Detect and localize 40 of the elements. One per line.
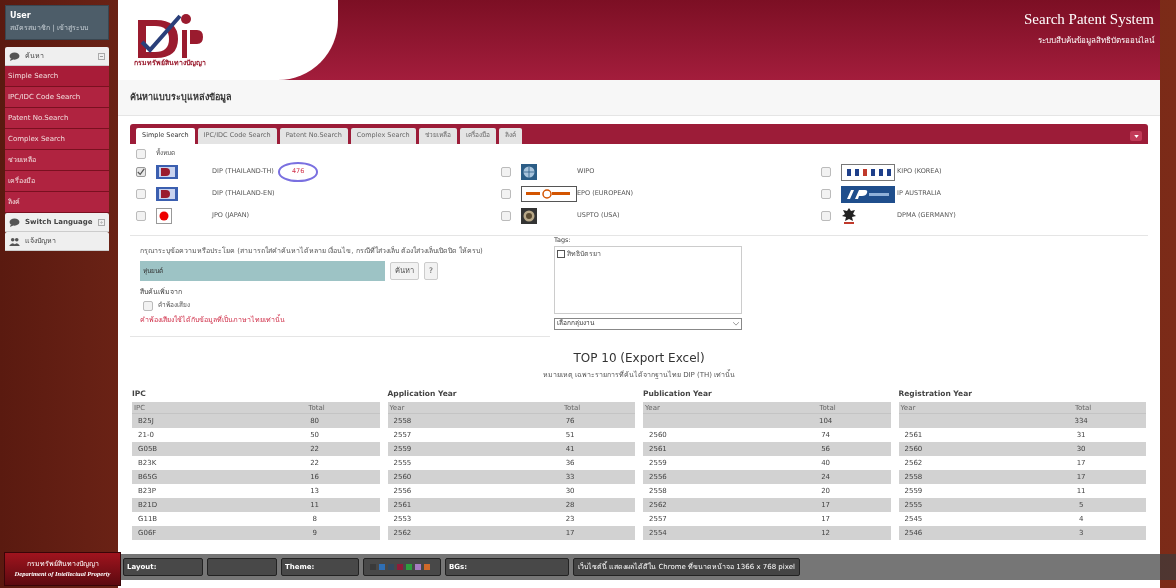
checkbox[interactable] bbox=[557, 250, 565, 258]
color-swatch[interactable] bbox=[397, 564, 403, 570]
collapse-toggle-icon[interactable] bbox=[98, 52, 105, 60]
dropdown-button[interactable] bbox=[1130, 131, 1142, 141]
logo-icon bbox=[156, 165, 178, 179]
logo-icon bbox=[841, 185, 895, 203]
collapse-toggle-icon[interactable] bbox=[98, 218, 105, 226]
layout-options bbox=[207, 558, 277, 576]
checkbox[interactable] bbox=[501, 211, 511, 221]
checkbox[interactable] bbox=[136, 167, 146, 177]
checkbox[interactable] bbox=[136, 149, 146, 159]
site-subtitle: ระบบสืบค้นข้อมูลสิทธิบัตรออนไลน์ bbox=[1038, 34, 1154, 47]
color-swatch[interactable] bbox=[415, 564, 421, 570]
site-title: Search Patent System bbox=[1024, 10, 1154, 29]
eagle-icon bbox=[841, 207, 857, 225]
color-swatch[interactable] bbox=[379, 564, 385, 570]
color-swatch[interactable] bbox=[424, 564, 430, 570]
chat-icon bbox=[9, 217, 20, 227]
page-title: ค้นหาแบบระบุแหล่งข้อมูล bbox=[130, 90, 232, 105]
checkbox[interactable] bbox=[501, 167, 511, 177]
logo-icon bbox=[156, 187, 178, 201]
checkbox[interactable] bbox=[821, 189, 831, 199]
caret-icon bbox=[1133, 134, 1139, 138]
people-icon bbox=[9, 236, 20, 246]
checkbox[interactable] bbox=[821, 167, 831, 177]
user-name: User bbox=[10, 10, 32, 22]
logo-icon bbox=[841, 163, 895, 181]
chat-icon bbox=[9, 51, 20, 61]
checkbox[interactable] bbox=[501, 189, 511, 199]
seal-icon bbox=[521, 208, 537, 224]
chevron-icon bbox=[733, 321, 739, 326]
checkbox[interactable] bbox=[136, 189, 146, 199]
checkbox[interactable] bbox=[143, 301, 153, 311]
globe-icon bbox=[521, 164, 537, 180]
flag-icon bbox=[156, 208, 172, 224]
color-swatch[interactable] bbox=[406, 564, 412, 570]
checkbox[interactable] bbox=[821, 211, 831, 221]
top10-title: TOP 10 (Export Excel) bbox=[573, 349, 705, 367]
checkbox[interactable] bbox=[136, 211, 146, 221]
logo-icon bbox=[521, 186, 577, 202]
